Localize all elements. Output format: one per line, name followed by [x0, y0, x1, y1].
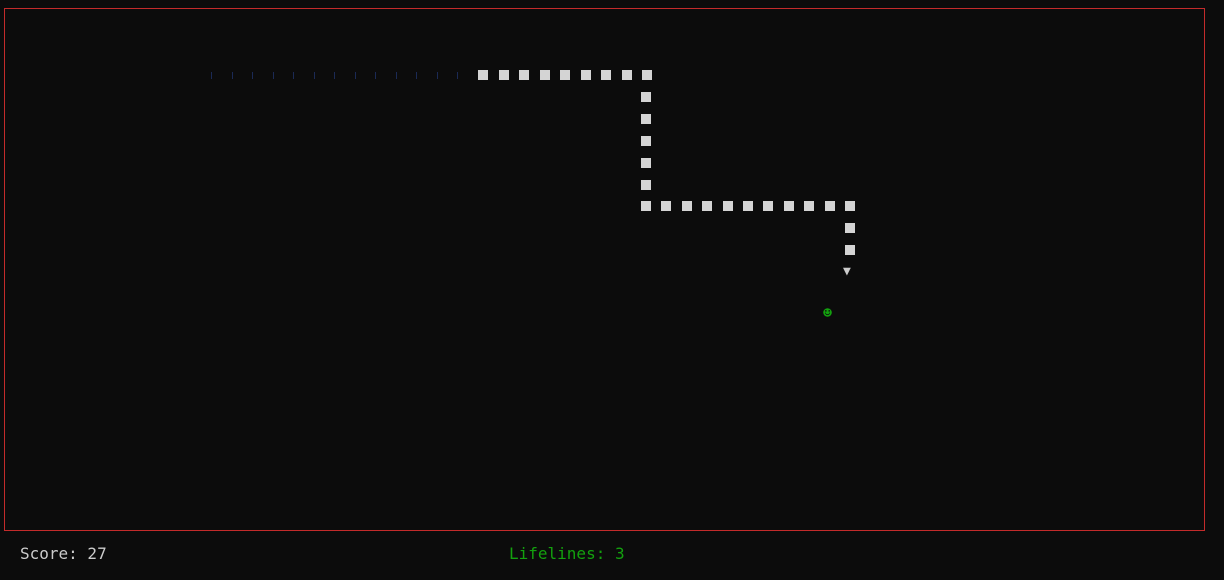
trail-mark [293, 72, 294, 79]
snake-segment [580, 70, 591, 80]
snake-segment [743, 201, 753, 211]
snake-segment [601, 70, 611, 80]
trail-mark [313, 72, 315, 79]
snake-segment [824, 201, 835, 211]
snake-segment [681, 201, 692, 211]
game-board: ▼ ☻ [4, 8, 1205, 531]
trail-mark [272, 72, 274, 79]
trail-mark [436, 72, 438, 79]
trail-mark [416, 72, 417, 79]
trail-mark [354, 72, 356, 79]
snake-segment [702, 201, 713, 211]
snake-segment [498, 70, 509, 80]
snake-segment [804, 201, 815, 211]
trail-mark [252, 72, 253, 79]
trail-mark [231, 72, 233, 79]
snake-segment [641, 158, 651, 168]
snake-segment [845, 223, 855, 233]
snake-segment [621, 70, 632, 80]
snake-segment [641, 201, 651, 211]
snake-segment [845, 245, 855, 255]
snake-segment [641, 180, 651, 190]
snake-segment [478, 70, 488, 80]
snake-segment [763, 201, 774, 211]
snake-segment [519, 70, 529, 80]
snake-segment [661, 201, 672, 211]
trail-mark [211, 72, 212, 79]
snake-segment [845, 201, 855, 211]
food-icon: ☻ [823, 304, 833, 322]
snake-segment [783, 201, 794, 211]
trail-mark [395, 72, 397, 79]
snake-segment [641, 136, 651, 146]
snake-segment [642, 70, 652, 80]
trail-mark [334, 72, 335, 79]
snake-segment [641, 92, 651, 102]
snake-segment [641, 114, 651, 124]
snake-head-icon: ▼ [843, 264, 851, 279]
snake-segment [539, 70, 550, 80]
snake-segment [560, 70, 570, 80]
trail-mark [457, 72, 458, 79]
lifelines-label: Lifelines: 3 [509, 544, 625, 563]
score-label: Score: 27 [20, 544, 107, 563]
snake-segment [722, 201, 733, 211]
trail-mark [375, 72, 376, 79]
